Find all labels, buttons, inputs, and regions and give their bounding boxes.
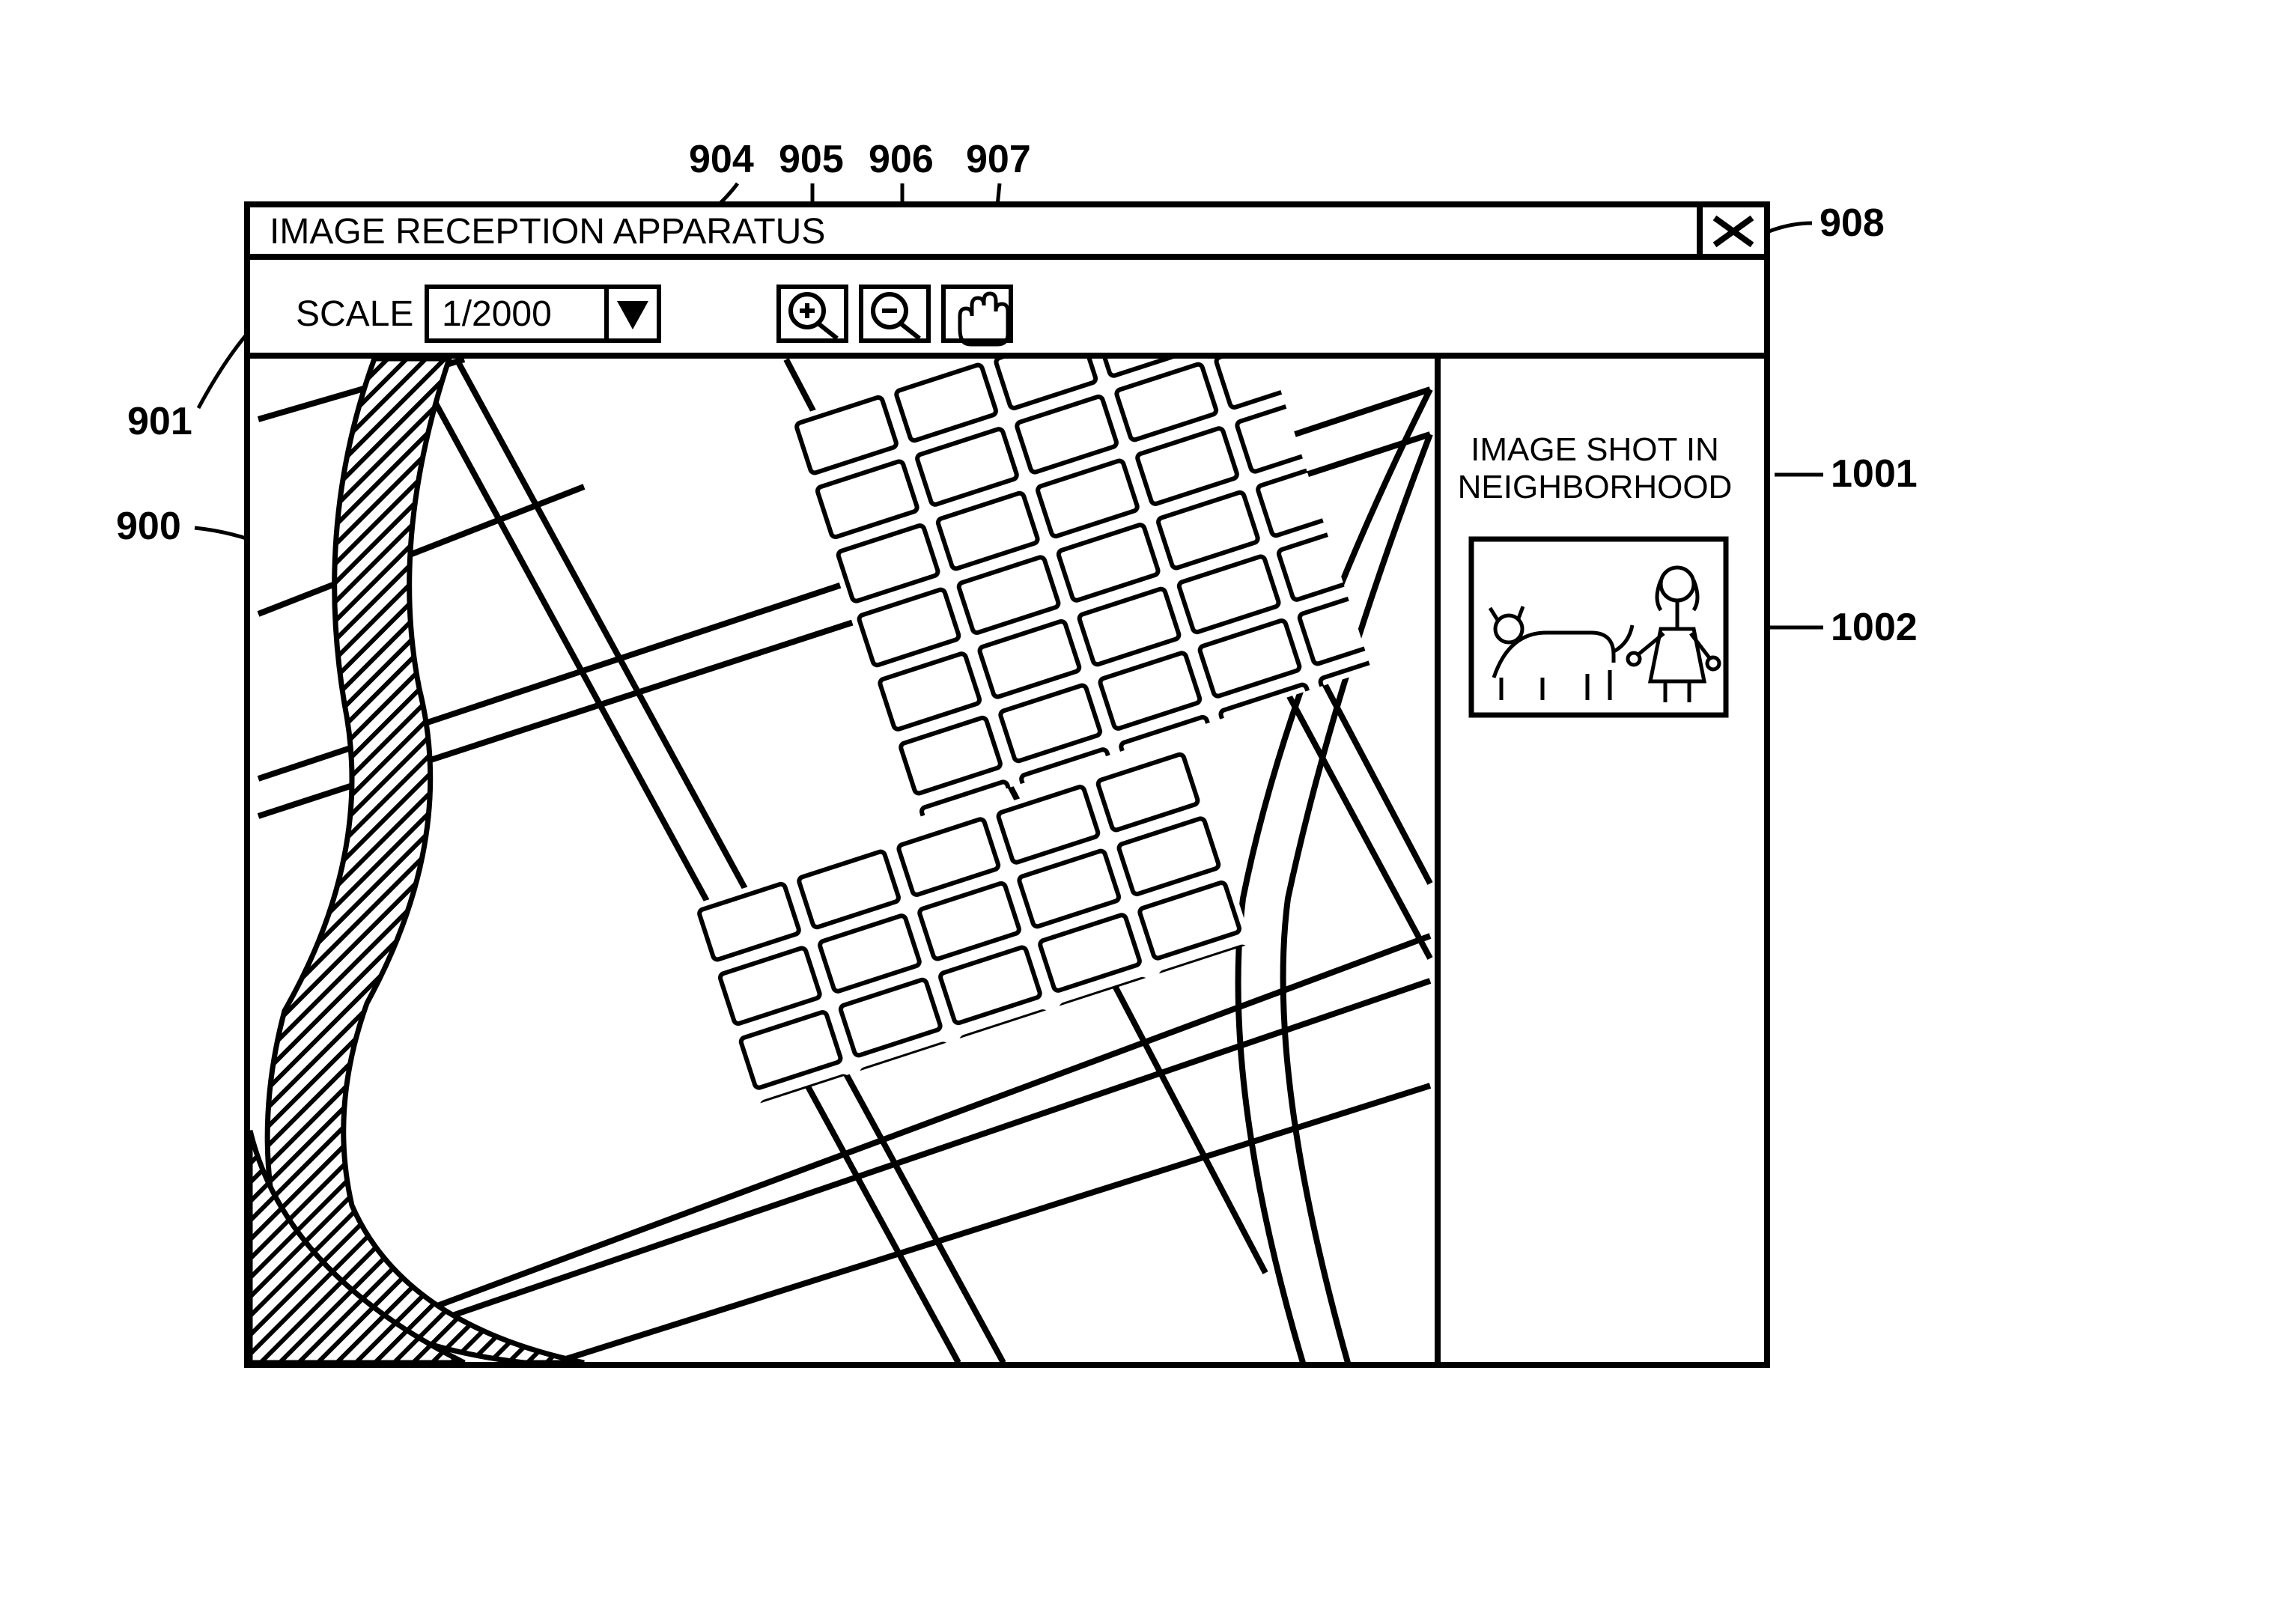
scale-dropdown-button[interactable] — [607, 287, 659, 341]
callout-906: 906 — [869, 138, 934, 181]
thumbnail[interactable] — [1471, 539, 1726, 715]
pan-button[interactable] — [943, 287, 1011, 344]
map-viewport[interactable] — [247, 271, 1438, 1365]
scale-label: SCALE — [296, 294, 413, 334]
callout-907: 907 — [966, 138, 1031, 181]
side-panel: IMAGE SHOT IN NEIGHBORHOOD — [1458, 431, 1733, 715]
callout-1001: 1001 — [1831, 452, 1918, 496]
zoom-out-button[interactable] — [861, 287, 928, 341]
callout-900: 900 — [116, 505, 181, 548]
callout-908: 908 — [1820, 201, 1885, 245]
close-button[interactable] — [1700, 204, 1767, 257]
window-title: IMAGE RECEPTION APPARATUS — [270, 212, 825, 252]
callout-901: 901 — [127, 400, 192, 443]
scale-value: 1/2000 — [442, 294, 552, 334]
callout-904: 904 — [689, 138, 754, 181]
side-panel-title-line2: NEIGHBORHOOD — [1458, 469, 1733, 505]
side-panel-title-line1: IMAGE SHOT IN — [1471, 431, 1719, 468]
callout-905: 905 — [779, 138, 844, 181]
zoom-in-button[interactable] — [779, 287, 846, 341]
scale-select[interactable]: 1/2000 — [427, 287, 607, 341]
callout-1002: 1002 — [1831, 606, 1918, 649]
